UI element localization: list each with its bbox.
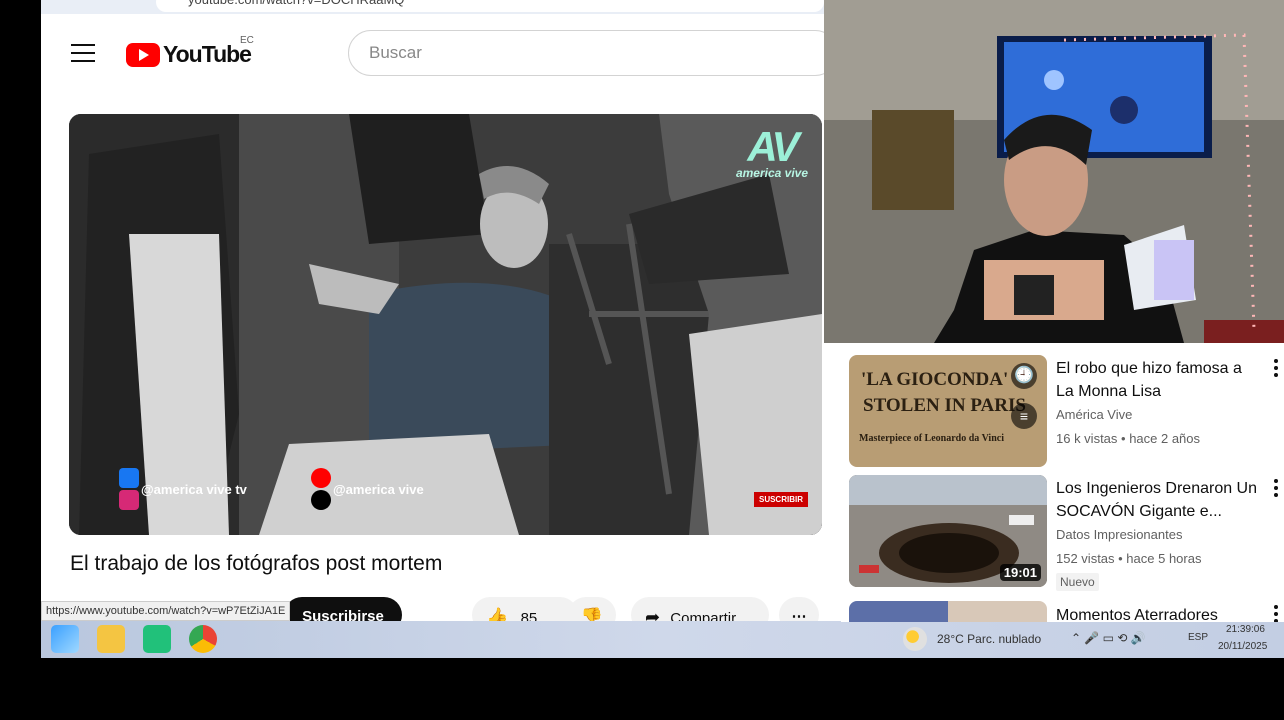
status-bar-url: https://www.youtube.com/watch?v=wP7EtZiJ… (41, 601, 291, 621)
channel-name[interactable]: América Vive (1056, 407, 1132, 422)
watermark-logo: AV (747, 123, 799, 170)
video-thumbnail[interactable]: 'LA GIOCONDA' STOLEN IN PARIS Masterpiec… (849, 355, 1047, 467)
clock-date[interactable]: 20/11/2025 (1218, 641, 1267, 652)
clock-time[interactable]: 21:39:06 (1226, 624, 1265, 635)
region-code: EC (240, 35, 254, 46)
subscribe-overlay: SUSCRIBIR (753, 492, 808, 507)
more-options-icon[interactable] (1274, 479, 1278, 500)
social-handle-fb: @america vive tv (141, 481, 247, 497)
recommendations-panel: 'LA GIOCONDA' STOLEN IN PARIS Masterpiec… (841, 343, 1284, 622)
address-bar[interactable]: youtube.com/watch?v=DOCHRaaMQ (156, 0, 824, 12)
video-duration: 19:01 (999, 564, 1041, 581)
watch-later-icon[interactable]: 🕘 (1011, 363, 1037, 389)
search-input[interactable]: Buscar (348, 30, 838, 76)
video-meta: 152 vistas • hace 5 horas (1056, 551, 1202, 566)
video-meta: 16 k vistas • hace 2 años (1056, 431, 1201, 446)
start-icon[interactable] (51, 625, 79, 653)
weather-text[interactable]: 28°C Parc. nublado (937, 632, 1041, 646)
youtube-tiktok-icon (311, 468, 333, 510)
recommendation-title[interactable]: Momentos Aterradores (1056, 604, 1261, 622)
social-fb-ig: @america vive tv (119, 468, 247, 510)
thumb-text-line-2: STOLEN IN PARIS (863, 395, 1026, 416)
recommendation-title[interactable]: El robo que hizo famosa a La Monna Lisa (1056, 357, 1261, 403)
language-indicator[interactable]: ESP (1188, 632, 1208, 643)
watermark-text: america vive (735, 166, 808, 180)
windows-taskbar: 28°C Parc. nublado ⌃ 🎤 ▭ ⟲ 🔊 ESP 21:39:0… (41, 621, 1284, 658)
browser-toolbar: youtube.com/watch?v=DOCHRaaMQ (41, 0, 824, 14)
thumb-text-line-1: 'LA GIOCONDA' (861, 369, 1009, 390)
social-handle-yt: @america vive (333, 481, 424, 497)
video-thumbnail[interactable] (849, 601, 1047, 622)
facebook-instagram-icon (119, 468, 141, 510)
logo-text: YouTube (163, 41, 252, 67)
video-title: El trabajo de los fotógrafos post mortem (70, 552, 443, 575)
chrome-icon[interactable] (189, 625, 217, 653)
thumb-text-line-3: Masterpiece of Leonardo da Vinci (859, 433, 1004, 444)
recommendation-title[interactable]: Los Ingenieros Drenaron Un SOCAVÓN Gigan… (1056, 477, 1261, 523)
webcam-image (824, 0, 1284, 343)
app-icon[interactable] (143, 625, 171, 653)
new-badge: Nuevo (1056, 573, 1099, 591)
youtube-logo[interactable]: YouTube (126, 41, 252, 68)
menu-icon[interactable] (71, 44, 95, 62)
weather-icon[interactable] (903, 627, 927, 651)
recommendation-item[interactable]: Momentos Aterradores (849, 601, 1284, 622)
webcam-overlay (824, 0, 1284, 343)
add-to-queue-icon[interactable]: ≡ (1011, 403, 1037, 429)
youtube-play-icon (126, 42, 160, 67)
more-options-icon[interactable] (1274, 605, 1278, 622)
more-options-icon[interactable] (1274, 359, 1278, 380)
channel-name[interactable]: Datos Impresionantes (1056, 527, 1182, 542)
social-yt-tt: @america vive (311, 468, 424, 510)
recommendation-item[interactable]: 19:01 Los Ingenieros Drenaron Un SOCAVÓN… (849, 475, 1284, 591)
video-player[interactable]: AV america vive @america vive tv @americ… (69, 114, 822, 535)
file-explorer-icon[interactable] (97, 625, 125, 653)
recommendation-item[interactable]: 'LA GIOCONDA' STOLEN IN PARIS Masterpiec… (849, 355, 1284, 467)
youtube-header: YouTube EC Buscar (41, 20, 838, 90)
video-thumbnail[interactable]: 19:01 (849, 475, 1047, 587)
tray-icons[interactable]: ⌃ 🎤 ▭ ⟲ 🔊 (1071, 631, 1146, 645)
channel-watermark: AV america vive (735, 123, 808, 181)
